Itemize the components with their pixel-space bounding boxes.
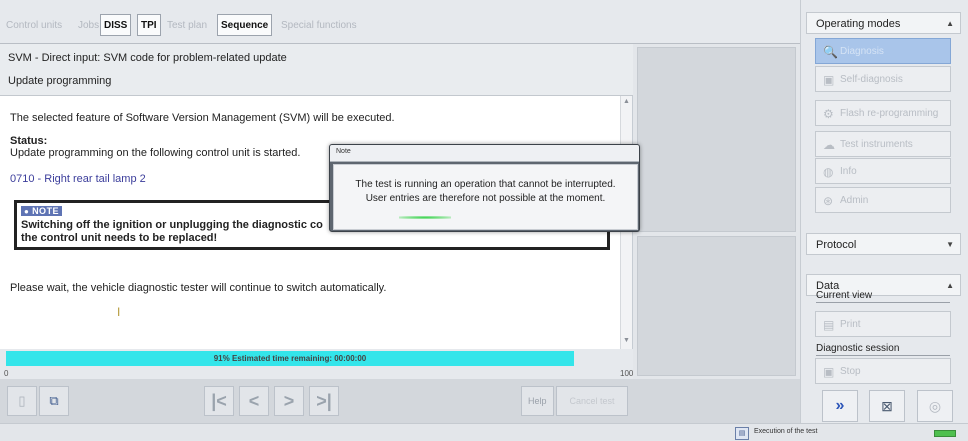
scroll-up-icon[interactable]: ▲ (623, 98, 630, 105)
dialog-titlebar: Note (330, 145, 639, 162)
nav-next-button[interactable]: > (274, 386, 304, 416)
print-icon: ▤ (823, 318, 835, 332)
tab-jobs[interactable]: Jobs (74, 14, 103, 36)
mode-flash-button[interactable]: ⚙ Flash re-programming (815, 100, 951, 126)
note-line-1: Switching off the ignition or unplugging… (21, 219, 323, 231)
progress-min: 0 (4, 369, 9, 378)
print-label: Print (840, 319, 861, 330)
display-box-lower (637, 236, 796, 376)
tab-sequence[interactable]: Sequence (217, 14, 273, 36)
progress-max: 100 (620, 369, 634, 378)
dialog-line-2: User entries are therefore not possible … (365, 193, 606, 204)
stop-label: Stop (840, 366, 861, 377)
tab-bar: Control units Jobs DISS TPI Test plan Se… (0, 0, 800, 44)
status-bar: ▤ Execution of the test (0, 423, 968, 441)
document-icon[interactable]: ▯ (7, 386, 37, 416)
fit-screen-icon[interactable]: ⊠ (869, 390, 905, 422)
mode-test-instruments-button[interactable]: ☁ Test instruments (815, 131, 951, 157)
procedure-subtitle: Update programming (8, 75, 112, 87)
status-label: Status: (10, 135, 48, 147)
admin-icon: ⊛ (823, 194, 834, 208)
wait-text: Please wait, the vehicle diagnostic test… (10, 282, 387, 294)
divider (816, 355, 950, 356)
procedure-title: SVM - Direct input: SVM code for problem… (8, 52, 287, 64)
diagnostic-session-label: Diagnostic session (816, 343, 900, 354)
info-icon: ◍ (823, 165, 834, 179)
connection-led-icon (934, 430, 956, 437)
mode-label: Flash re-programming (840, 108, 939, 119)
status-text: Update programming on the following cont… (10, 147, 301, 159)
bottom-toolbar (0, 379, 800, 423)
self-diagnosis-icon: ▣ (823, 73, 835, 87)
dialog-body: The test is running an operation that ca… (333, 164, 638, 230)
operating-modes-header[interactable]: Operating modes ▲ (806, 12, 961, 34)
diagnosis-icon: 🔍 (823, 45, 838, 59)
note-info-icon: ● (24, 207, 33, 216)
collapse-icon[interactable]: ▲ (946, 275, 954, 297)
mode-diagnosis-button[interactable]: 🔍 Diagnosis (815, 38, 951, 64)
dialog-line-1: The test is running an operation that ca… (355, 179, 616, 190)
forward-icon[interactable]: » (822, 390, 858, 422)
cancel-test-button[interactable]: Cancel test (556, 386, 628, 416)
note-body: Switching off the ignition or unplugging… (21, 219, 323, 245)
stop-icon: ▣ (823, 365, 835, 379)
print-button[interactable]: ▤ Print (815, 311, 951, 337)
nav-prev-button[interactable]: < (239, 386, 269, 416)
tab-control-units[interactable]: Control units (2, 14, 66, 36)
note-badge-label: NOTE (32, 206, 60, 216)
tab-diss[interactable]: DISS (100, 14, 132, 36)
tab-tpi[interactable]: TPI (137, 14, 161, 36)
mode-label: Test instruments (840, 139, 913, 150)
protocol-header[interactable]: Protocol ▼ (806, 233, 961, 255)
tab-test-plan[interactable]: Test plan (163, 14, 211, 36)
help-button[interactable]: Help (521, 386, 554, 416)
current-view-label: Current view (816, 290, 873, 301)
mode-self-diagnosis-button[interactable]: ▣ Self-diagnosis (815, 66, 951, 92)
text-cursor-icon: I (117, 305, 121, 319)
collapse-icon[interactable]: ▲ (946, 13, 954, 35)
mode-label: Self-diagnosis (840, 74, 903, 85)
dialog-message: The test is running an operation that ca… (334, 178, 637, 206)
mode-admin-button[interactable]: ⊛ Admin (815, 187, 951, 213)
status-text: Execution of the test (754, 428, 818, 435)
mode-info-button[interactable]: ◍ Info (815, 158, 951, 184)
search-document-icon[interactable]: ⧉ (39, 386, 69, 416)
note-badge: ● NOTE (21, 206, 63, 216)
flash-icon: ⚙ (823, 107, 834, 121)
nav-first-button[interactable]: |< (204, 386, 234, 416)
execution-status-icon: ▤ (735, 427, 749, 440)
progress-label: 91% Estimated time remaining: 00:00:00 (213, 354, 367, 363)
instruments-icon: ☁ (823, 138, 835, 152)
note-dialog: Note The test is running an operation th… (329, 144, 640, 232)
back-icon[interactable]: ◎ (917, 390, 953, 422)
note-line-2: the control unit needs to be replaced! (21, 232, 218, 244)
operating-modes-label: Operating modes (816, 18, 901, 30)
protocol-label: Protocol (816, 239, 857, 251)
tab-special-functions[interactable]: Special functions (277, 14, 361, 36)
control-unit-label: 0710 - Right rear tail lamp 2 (10, 173, 146, 185)
scroll-down-icon[interactable]: ▼ (623, 337, 630, 344)
mode-label: Info (840, 166, 857, 177)
mode-label: Diagnosis (840, 46, 884, 57)
progress-bar: 91% Estimated time remaining: 00:00:00 (6, 351, 574, 366)
nav-last-button[interactable]: >| (309, 386, 339, 416)
display-box-upper (637, 47, 796, 232)
dialog-title: Note (336, 148, 351, 155)
divider (816, 302, 950, 303)
expand-icon[interactable]: ▼ (946, 234, 954, 256)
intro-text: The selected feature of Software Version… (10, 112, 395, 124)
stop-button[interactable]: ▣ Stop (815, 358, 951, 384)
dialog-activity-indicator (399, 216, 451, 219)
mode-label: Admin (840, 195, 869, 206)
procedure-header: SVM - Direct input: SVM code for problem… (0, 44, 633, 96)
